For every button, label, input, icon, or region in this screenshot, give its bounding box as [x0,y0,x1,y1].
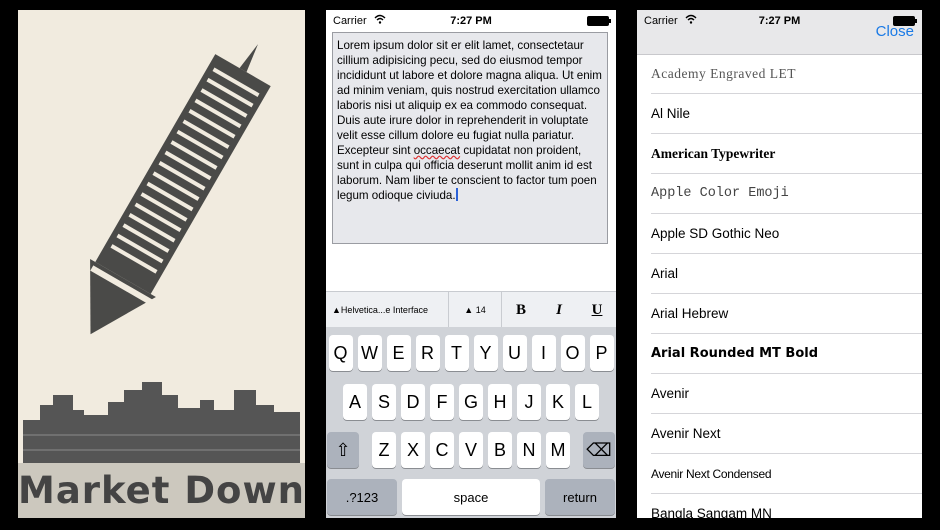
text-caret [455,188,458,201]
key-i[interactable]: I [531,335,556,371]
key-h[interactable]: H [488,384,512,420]
italic-button[interactable]: I [540,302,578,319]
font-picker-header: Carrier 7:27 PM Close [637,10,922,55]
key-d[interactable]: D [401,384,425,420]
key-e[interactable]: E [386,335,411,371]
font-list: Academy Engraved LET Al Nile American Ty… [637,54,922,518]
clock: 7:27 PM [450,15,492,27]
font-size-selector[interactable]: ▲ 14 [448,292,502,328]
battery-icon [587,16,611,26]
font-row-avenir-next-condensed[interactable]: Avenir Next Condensed [651,454,922,494]
font-row-arial-hebrew[interactable]: Arial Hebrew [651,294,922,334]
text-editor-screen: Carrier 7:27 PM Lorem ipsum dolor sit er… [326,10,616,518]
key-j[interactable]: J [517,384,541,420]
font-row-arial-rounded[interactable]: Arial Rounded MT Bold [651,334,922,374]
font-row-academy-engraved[interactable]: Academy Engraved LET [651,54,922,94]
key-m[interactable]: M [546,432,570,468]
market-down-poster: Market Down [18,10,305,518]
key-a[interactable]: A [343,384,367,420]
font-row-avenir[interactable]: Avenir [651,374,922,414]
poster-title: Market Down [18,469,305,512]
space-key[interactable]: space [402,479,540,515]
font-row-american-typewriter[interactable]: American Typewriter [651,134,922,174]
delete-key[interactable]: ⌫ [583,432,615,468]
close-button[interactable]: Close [876,23,914,40]
keyboard-row-2: A S D F G H J K L [326,384,616,420]
font-row-apple-sd-gothic[interactable]: Apple SD Gothic Neo [651,214,922,254]
key-x[interactable]: X [401,432,425,468]
key-f[interactable]: F [430,384,454,420]
key-y[interactable]: Y [473,335,498,371]
keyboard-row-1: Q W E R T Y U I O P [326,335,616,371]
shift-key[interactable]: ⇧ [327,432,359,468]
key-l[interactable]: L [575,384,599,420]
pencil-skyscraper-illustration [18,44,305,518]
key-n[interactable]: N [517,432,541,468]
key-s[interactable]: S [372,384,396,420]
misspelled-word: occaecat [413,144,461,157]
key-c[interactable]: C [430,432,454,468]
return-key[interactable]: return [545,479,615,515]
status-bar: Carrier 7:27 PM [326,10,616,32]
key-o[interactable]: O [560,335,585,371]
key-z[interactable]: Z [372,432,396,468]
key-t[interactable]: T [444,335,469,371]
key-u[interactable]: U [502,335,527,371]
text-editor[interactable]: Lorem ipsum dolor sit er elit lamet, con… [332,32,608,244]
keyboard: Q W E R T Y U I O P A S D F G H J K L ⇧ … [326,327,616,518]
key-r[interactable]: R [415,335,440,371]
key-k[interactable]: K [546,384,570,420]
key-v[interactable]: V [459,432,483,468]
font-row-avenir-next[interactable]: Avenir Next [651,414,922,454]
key-w[interactable]: W [357,335,382,371]
editor-text: Lorem ipsum dolor sit er elit lamet, con… [337,39,602,157]
keyboard-row-3: ⇧ Z X C V B N M ⌫ [326,432,616,468]
font-selector[interactable]: ▲Helvetica...e Interface [326,305,448,315]
key-q[interactable]: Q [328,335,353,371]
key-g[interactable]: G [459,384,483,420]
key-p[interactable]: P [589,335,614,371]
font-picker-screen: Carrier 7:27 PM Close Academy Engraved L… [637,10,922,518]
key-b[interactable]: B [488,432,512,468]
keyboard-row-4: .?123 space return [326,479,616,515]
format-toolbar: ▲Helvetica...e Interface ▲ 14 B I U [326,291,616,328]
bold-button[interactable]: B [502,302,540,319]
numbers-key[interactable]: .?123 [327,479,397,515]
underline-button[interactable]: U [578,302,616,319]
font-row-al-nile[interactable]: Al Nile [651,94,922,134]
font-row-apple-color-emoji[interactable]: Apple Color Emoji [651,174,922,214]
font-row-arial[interactable]: Arial [651,254,922,294]
font-row-bangla-sangam[interactable]: Bangla Sangam MN [651,494,922,518]
